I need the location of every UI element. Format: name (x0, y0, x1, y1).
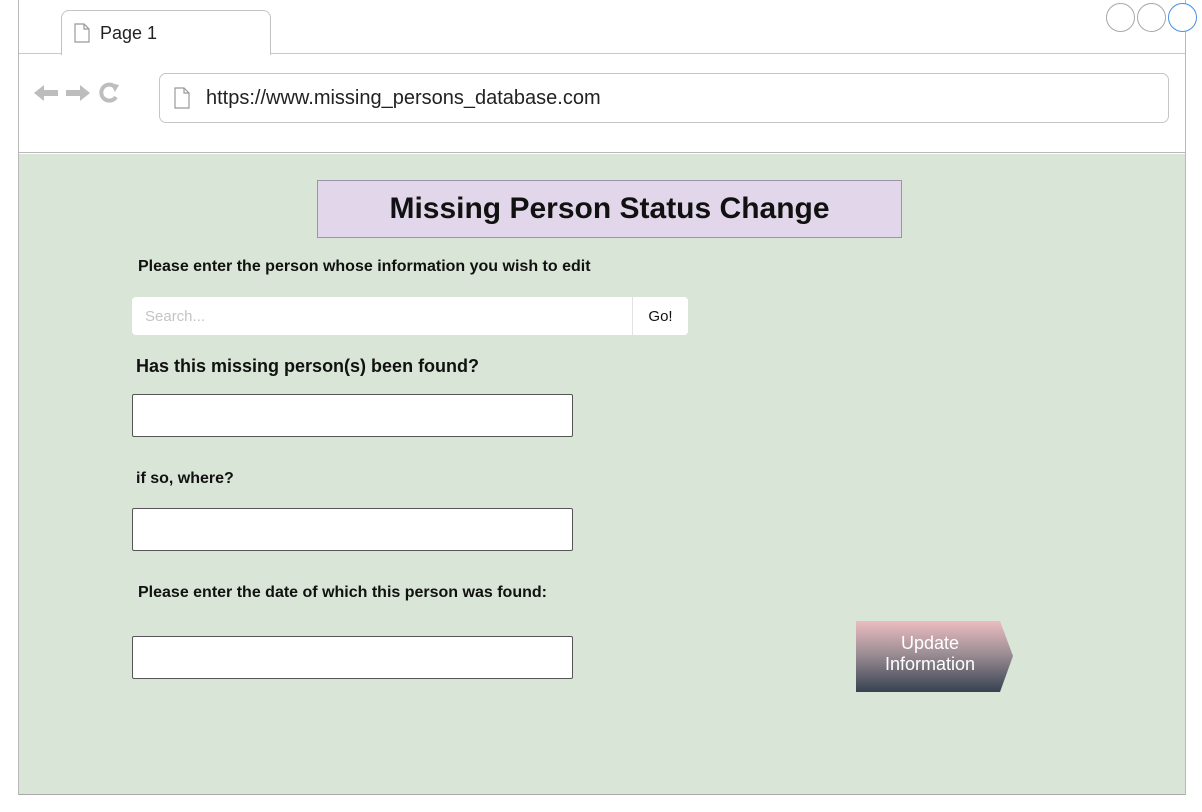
browser-window: Page 1 https://www.missing_persons_datab… (18, 0, 1197, 795)
page-title: Missing Person Status Change (389, 192, 830, 225)
search-box: Go! (132, 297, 688, 335)
tab-label: Page 1 (100, 22, 158, 43)
url-text: https://www.missing_persons_database.com (206, 86, 601, 109)
nav-buttons (33, 82, 121, 104)
page-content: Missing Person Status Change Please ente… (19, 154, 1185, 794)
update-information-button[interactable]: Update Information (856, 621, 1014, 692)
forward-arrow-icon[interactable] (65, 84, 91, 102)
page-icon (74, 23, 90, 43)
back-arrow-icon[interactable] (33, 84, 59, 102)
url-field[interactable]: https://www.missing_persons_database.com (159, 73, 1169, 123)
found-date-field[interactable] (132, 636, 573, 679)
reload-icon[interactable] (97, 82, 121, 104)
window-maximize-button[interactable] (1168, 3, 1197, 32)
tab-bar: Page 1 (19, 0, 1197, 55)
update-button-label: Update Information (884, 633, 976, 674)
where-question-label: if so, where? (136, 470, 234, 487)
address-bar: https://www.missing_persons_database.com (19, 55, 1185, 153)
page-title-box: Missing Person Status Change (317, 180, 902, 238)
search-prompt-label: Please enter the person whose informatio… (138, 258, 591, 275)
date-question-label: Please enter the date of which this pers… (138, 584, 547, 601)
window-controls (1106, 3, 1197, 32)
page-icon (174, 87, 190, 109)
found-question-label: Has this missing person(s) been found? (136, 356, 480, 376)
browser-tab[interactable]: Page 1 (61, 10, 271, 55)
window-close-button[interactable] (1106, 3, 1135, 32)
found-status-field[interactable] (132, 394, 573, 437)
found-location-field[interactable] (132, 508, 573, 551)
search-input[interactable] (132, 297, 632, 335)
go-button[interactable]: Go! (632, 297, 688, 335)
window-minimize-button[interactable] (1137, 3, 1166, 32)
